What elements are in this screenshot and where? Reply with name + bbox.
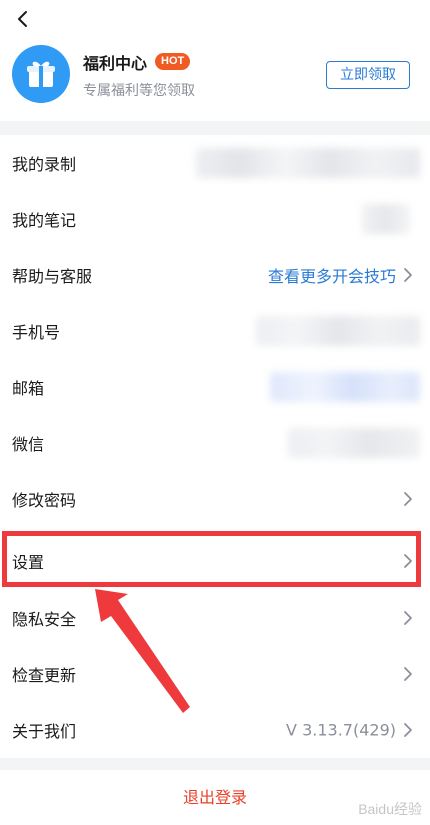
- redacted-value: [196, 148, 420, 178]
- redacted-value: [362, 204, 410, 234]
- benefit-subtitle: 专属福利等您领取: [83, 83, 195, 99]
- settings-menu: 我的录制 我的笔记 帮助与客服 查看更多开会技巧 手机号 邮箱 微信 修改密码 …: [0, 135, 430, 758]
- chevron-right-icon: [404, 611, 412, 625]
- menu-item-label: 检查更新: [12, 666, 77, 685]
- menu-item-my-notes[interactable]: 我的笔记: [0, 191, 430, 247]
- menu-item-label: 设置: [12, 553, 45, 572]
- menu-item-my-recordings[interactable]: 我的录制: [0, 135, 430, 191]
- chevron-right-icon: [404, 667, 412, 681]
- logout-button[interactable]: 退出登录: [0, 770, 430, 825]
- hot-badge: HOT: [155, 53, 191, 70]
- claim-now-button[interactable]: 立即领取: [326, 61, 410, 89]
- menu-item-label: 邮箱: [12, 379, 45, 398]
- chevron-right-icon: [404, 268, 412, 282]
- menu-item-help-support[interactable]: 帮助与客服 查看更多开会技巧: [0, 247, 430, 303]
- menu-item-settings[interactable]: 设置: [0, 533, 430, 589]
- redacted-value: [270, 372, 420, 402]
- menu-item-label: 我的录制: [12, 155, 77, 174]
- menu-item-label: 修改密码: [12, 491, 77, 510]
- back-button[interactable]: [10, 6, 34, 32]
- menu-item-label: 微信: [12, 435, 45, 454]
- menu-item-email[interactable]: 邮箱: [0, 359, 430, 415]
- menu-item-about-us[interactable]: 关于我们 V 3.13.7(429): [0, 702, 430, 758]
- menu-item-label: 隐私安全: [12, 610, 77, 629]
- logout-section: 退出登录: [0, 770, 430, 825]
- redacted-value: [288, 428, 420, 458]
- version-label: V 3.13.7(429): [286, 720, 396, 740]
- menu-item-phone[interactable]: 手机号: [0, 303, 430, 359]
- chevron-right-icon: [404, 723, 412, 737]
- help-link[interactable]: 查看更多开会技巧: [268, 263, 396, 287]
- chevron-right-icon: [404, 492, 412, 506]
- menu-item-label: 帮助与客服: [12, 267, 93, 286]
- menu-item-label: 手机号: [12, 323, 61, 342]
- chevron-left-icon: [18, 11, 27, 27]
- chevron-right-icon: [404, 554, 412, 568]
- menu-item-privacy-security[interactable]: 隐私安全: [0, 590, 430, 646]
- benefit-title: 福利中心: [83, 54, 148, 73]
- menu-item-check-update[interactable]: 检查更新: [0, 646, 430, 702]
- menu-item-label: 关于我们: [12, 722, 77, 741]
- menu-item-change-password[interactable]: 修改密码: [0, 471, 430, 527]
- redacted-value: [256, 316, 420, 346]
- benefit-section: 福利中心 HOT 专属福利等您领取 立即领取: [0, 0, 430, 121]
- menu-item-wechat[interactable]: 微信: [0, 415, 430, 471]
- gift-icon: [12, 45, 70, 103]
- menu-item-label: 我的笔记: [12, 211, 77, 230]
